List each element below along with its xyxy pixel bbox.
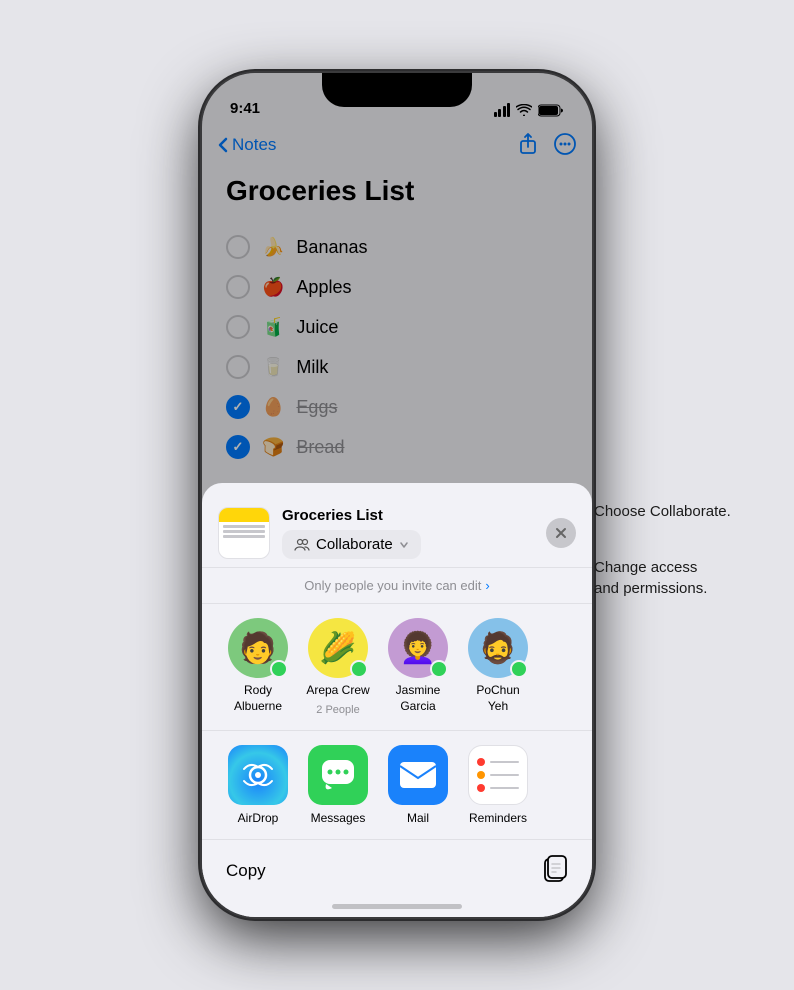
wifi-icon xyxy=(516,104,532,116)
collaborate-row: Groceries List Collaborate xyxy=(202,495,592,568)
phone-frame: 9:41 xyxy=(202,73,592,917)
messages-icon xyxy=(308,745,368,805)
mail-symbol xyxy=(399,761,437,789)
app-name-reminders: Reminders xyxy=(469,811,527,825)
battery-icon xyxy=(538,104,564,117)
close-icon xyxy=(555,527,567,539)
status-time: 9:41 xyxy=(230,100,260,117)
message-badge-jasmine xyxy=(430,660,448,678)
collaborate-icon xyxy=(294,537,310,553)
copy-icon-button[interactable] xyxy=(540,854,568,887)
status-icons xyxy=(494,103,565,117)
share-sheet: Groceries List Collaborate xyxy=(202,483,592,917)
note-thumbnail xyxy=(218,507,270,559)
app-mail[interactable]: Mail xyxy=(378,745,458,825)
collaborate-label: Collaborate xyxy=(316,536,393,553)
message-badge xyxy=(270,660,288,678)
signal-icon xyxy=(494,103,511,117)
app-messages[interactable]: Messages xyxy=(298,745,378,825)
person-name-arepa: Arepa Crew xyxy=(306,683,369,699)
airdrop-symbol xyxy=(240,757,276,793)
person-arepa[interactable]: 🌽 Arepa Crew 2 People xyxy=(298,618,378,716)
collaborate-button[interactable]: Collaborate xyxy=(282,530,421,559)
person-rody[interactable]: 🧑 Rody Albuerne xyxy=(218,618,298,716)
home-indicator xyxy=(332,904,462,909)
message-badge-pochun xyxy=(510,660,528,678)
permissions-label: Only people you invite can edit xyxy=(304,578,481,593)
person-name-pochun: PoChun Yeh xyxy=(476,683,519,714)
callout-choose-collaborate: Choose Collaborate. xyxy=(594,503,731,520)
message-icon xyxy=(274,665,284,674)
permissions-row[interactable]: Only people you invite can edit › xyxy=(202,570,592,604)
notch xyxy=(322,73,472,107)
app-name-airdrop: AirDrop xyxy=(238,811,279,825)
app-name-messages: Messages xyxy=(311,811,366,825)
copy-button[interactable]: Copy xyxy=(226,861,266,881)
person-sub-arepa: 2 People xyxy=(316,704,359,716)
airdrop-icon xyxy=(228,745,288,805)
collab-note-title: Groceries List xyxy=(282,507,534,524)
callout-change-access: Change accessand permissions. xyxy=(594,557,707,599)
app-name-mail: Mail xyxy=(407,811,429,825)
person-name-jasmine: Jasmine Garcia xyxy=(396,683,441,714)
reminders-icon xyxy=(468,745,528,805)
collab-info: Groceries List Collaborate xyxy=(282,507,534,559)
person-pochun[interactable]: 🧔 PoChun Yeh xyxy=(458,618,538,716)
bottom-row: Copy xyxy=(202,840,592,887)
person-name-rody: Rody Albuerne xyxy=(234,683,282,714)
messages-symbol xyxy=(320,758,356,792)
message-badge-arepa xyxy=(350,660,368,678)
copy-files-icon xyxy=(540,854,568,884)
app-airdrop[interactable]: AirDrop xyxy=(218,745,298,825)
permissions-arrow: › xyxy=(485,578,489,593)
chevron-down-icon xyxy=(399,540,409,550)
people-grid: 🧑 Rody Albuerne 🌽 xyxy=(202,604,592,731)
mail-icon xyxy=(388,745,448,805)
app-reminders[interactable]: Reminders xyxy=(458,745,538,825)
close-share-button[interactable] xyxy=(546,518,576,548)
apps-grid: AirDrop Messages xyxy=(202,731,592,840)
person-jasmine[interactable]: 👩‍🦱 Jasmine Garcia xyxy=(378,618,458,716)
copy-label: Copy xyxy=(226,861,266,880)
